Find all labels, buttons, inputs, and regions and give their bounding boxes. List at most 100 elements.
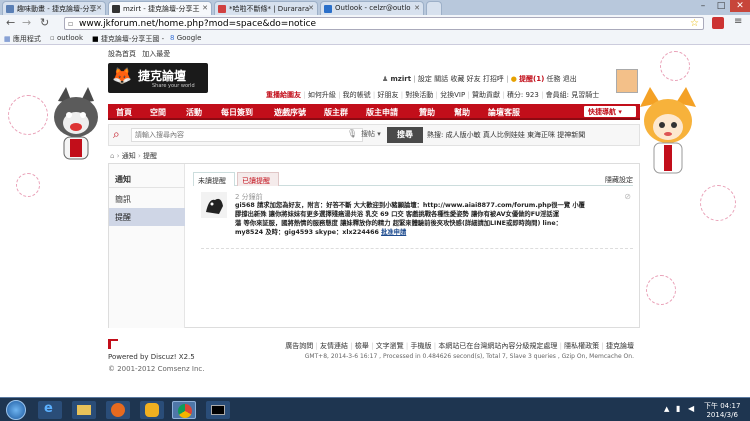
- apps-icon: ▦: [4, 35, 11, 43]
- nav-home[interactable]: 首頁: [116, 107, 132, 118]
- footer-link[interactable]: 捷克論壇: [606, 342, 634, 350]
- folder-icon[interactable]: [72, 401, 96, 419]
- hide-settings-link[interactable]: 隱藏設定: [605, 175, 633, 185]
- minimize-button[interactable]: –: [694, 0, 712, 12]
- hot-search-link[interactable]: 提神新聞: [557, 131, 585, 139]
- add-favorite-link[interactable]: 加入最愛: [142, 50, 170, 58]
- network-icon[interactable]: ▮: [676, 404, 680, 413]
- chat-link[interactable]: 關話: [434, 75, 448, 83]
- close-icon[interactable]: ✕: [308, 4, 314, 12]
- volume-icon[interactable]: ◀: [688, 404, 694, 413]
- firefox-icon[interactable]: [106, 401, 130, 419]
- address-bar[interactable]: ▫ www.jkforum.net/home.php?mod=space&do=…: [64, 17, 704, 30]
- bookmark-jkforum[interactable]: ■ 捷克論壇-分享王國 -: [92, 34, 164, 44]
- breadcrumb-reminder[interactable]: 提醒: [143, 152, 157, 160]
- nav-daily-checkin[interactable]: 每日簽到: [221, 107, 253, 118]
- nav-game-codes[interactable]: 遊戲序號: [274, 107, 306, 118]
- tasks-link[interactable]: 任務: [547, 75, 561, 83]
- browser-tab-4[interactable]: Outlook - celzr@outlo ✕: [320, 1, 424, 15]
- sponsor-link[interactable]: 贊助貢獻: [472, 91, 500, 99]
- nav-sponsor[interactable]: 贊助: [419, 107, 435, 118]
- browser-toolbar: ← → ↻ ▫ www.jkforum.net/home.php?mod=spa…: [0, 15, 750, 32]
- set-homepage-link[interactable]: 設為首頁: [108, 50, 136, 58]
- nav-activities[interactable]: 活動: [186, 107, 202, 118]
- sidebar-item-reminders[interactable]: 提醒: [109, 208, 185, 226]
- greet-link[interactable]: 打招呼: [483, 75, 504, 83]
- exchange-activity-link[interactable]: 對換活動: [405, 91, 433, 99]
- microphone-icon[interactable]: 🎙: [347, 129, 357, 138]
- search-input[interactable]: [131, 128, 363, 142]
- good-friends-link[interactable]: 好朋友: [377, 91, 398, 99]
- site-logo[interactable]: 🦊 捷克論壇 Share your world: [108, 63, 208, 93]
- reload-icon[interactable]: ↻: [40, 16, 49, 29]
- footer-link[interactable]: 檢舉: [355, 342, 369, 350]
- footer-link[interactable]: 手機版: [411, 342, 432, 350]
- browser-tab-1[interactable]: 趣味動畫 - 捷克論壇-分享 ✕: [2, 1, 106, 15]
- footer-link[interactable]: 友情連結: [320, 342, 348, 350]
- footer-link[interactable]: 廣告詢問: [285, 342, 313, 350]
- bookmark-google[interactable]: 8 Google: [170, 34, 201, 42]
- upgrade-link[interactable]: 如何升級: [308, 91, 336, 99]
- browser-tab-2[interactable]: mzirt - 捷克論壇-分享王 ✕: [108, 1, 212, 15]
- nav-customer-service[interactable]: 論壇客服: [488, 107, 520, 118]
- nav-moderator-apply[interactable]: 版主申請: [366, 107, 398, 118]
- hot-search-link[interactable]: 真人比例娃娃: [483, 131, 525, 139]
- bookmark-apps[interactable]: ▦ 應用程式: [4, 34, 41, 44]
- search-bar: ⌕ 🎙 搜帖 ▾ 搜尋 熱搜: 成人版小敏 真人比例娃娃 東海正咪 提神新聞: [108, 124, 640, 146]
- friends-link[interactable]: 好友: [467, 75, 481, 83]
- maximize-button[interactable]: □: [712, 0, 730, 12]
- ie-icon[interactable]: e: [38, 401, 62, 419]
- quick-nav-button[interactable]: 快捷導航 ▾: [584, 106, 636, 117]
- sender-avatar[interactable]: [201, 192, 227, 218]
- tab-read[interactable]: 已讀提醒: [237, 172, 279, 186]
- close-icon[interactable]: ✕: [96, 4, 102, 12]
- footer-link[interactable]: 隱私權政策: [564, 342, 599, 350]
- tray-arrow-icon[interactable]: ▲: [664, 405, 669, 413]
- clock[interactable]: 下午 04:17 2014/3/6: [704, 401, 740, 419]
- notice-link[interactable]: 提醒(1): [519, 75, 544, 83]
- forward-icon[interactable]: →: [22, 16, 31, 29]
- avatar[interactable]: [616, 69, 638, 93]
- close-window-button[interactable]: ✕: [730, 0, 750, 12]
- start-button[interactable]: [6, 400, 26, 420]
- menu-icon[interactable]: ≡: [734, 16, 742, 27]
- new-tab-button[interactable]: [426, 1, 442, 15]
- nav-help[interactable]: 幫助: [454, 107, 470, 118]
- home-icon[interactable]: ⌂: [110, 152, 114, 160]
- close-icon[interactable]: ✕: [202, 4, 208, 12]
- search-button[interactable]: 搜尋: [387, 127, 423, 143]
- copyright: © 2001-2012 Comsenz Inc.: [108, 365, 205, 373]
- messenger-icon[interactable]: [140, 401, 164, 419]
- star-icon[interactable]: ☆: [690, 18, 699, 30]
- back-icon[interactable]: ←: [6, 16, 15, 29]
- chrome-icon[interactable]: [172, 401, 196, 419]
- search-type-select[interactable]: 搜帖 ▾: [361, 129, 381, 139]
- logout-link[interactable]: 退出: [563, 75, 577, 83]
- my-account-link[interactable]: 我的帳號: [343, 91, 371, 99]
- share-friend-link[interactable]: 重播給圍友: [266, 91, 301, 99]
- points-text[interactable]: 積分: 923: [507, 91, 539, 99]
- extension-icon[interactable]: [712, 17, 724, 29]
- exchange-vip-link[interactable]: 兌換VIP: [440, 91, 465, 99]
- tab-favicon: [6, 5, 14, 13]
- url-text: www.jkforum.net/home.php?mod=space&do=no…: [79, 19, 317, 29]
- footer-link[interactable]: 文字瀏覽: [376, 342, 404, 350]
- username-link[interactable]: mzirt: [391, 75, 412, 83]
- delete-icon[interactable]: ⊘: [624, 192, 631, 201]
- terminal-icon[interactable]: [206, 401, 230, 419]
- sidebar-item-messages[interactable]: 簡訊: [109, 190, 185, 208]
- browser-tab-3[interactable]: *哈啦不斷條* | Durarara ✕: [214, 1, 318, 15]
- favorites-link[interactable]: 收藏: [450, 75, 464, 83]
- close-icon[interactable]: ✕: [414, 4, 420, 12]
- approve-request-link[interactable]: 批准申請: [381, 229, 406, 236]
- sidebar-title: 通知: [109, 170, 185, 188]
- settings-link[interactable]: 設定: [418, 75, 432, 83]
- nav-moderators[interactable]: 版主群: [324, 107, 348, 118]
- nav-space[interactable]: 空間: [150, 107, 166, 118]
- bookmark-outlook[interactable]: ▫ outlook: [50, 34, 83, 42]
- breadcrumb-notice[interactable]: 通知: [122, 152, 136, 160]
- footer-link[interactable]: 本網站已在台灣網站內容分級規定處理: [438, 342, 557, 350]
- tab-unread[interactable]: 未讀提醒: [193, 172, 235, 186]
- hot-search-link[interactable]: 成人版小敏: [446, 131, 481, 139]
- hot-search-link[interactable]: 東海正咪: [527, 131, 555, 139]
